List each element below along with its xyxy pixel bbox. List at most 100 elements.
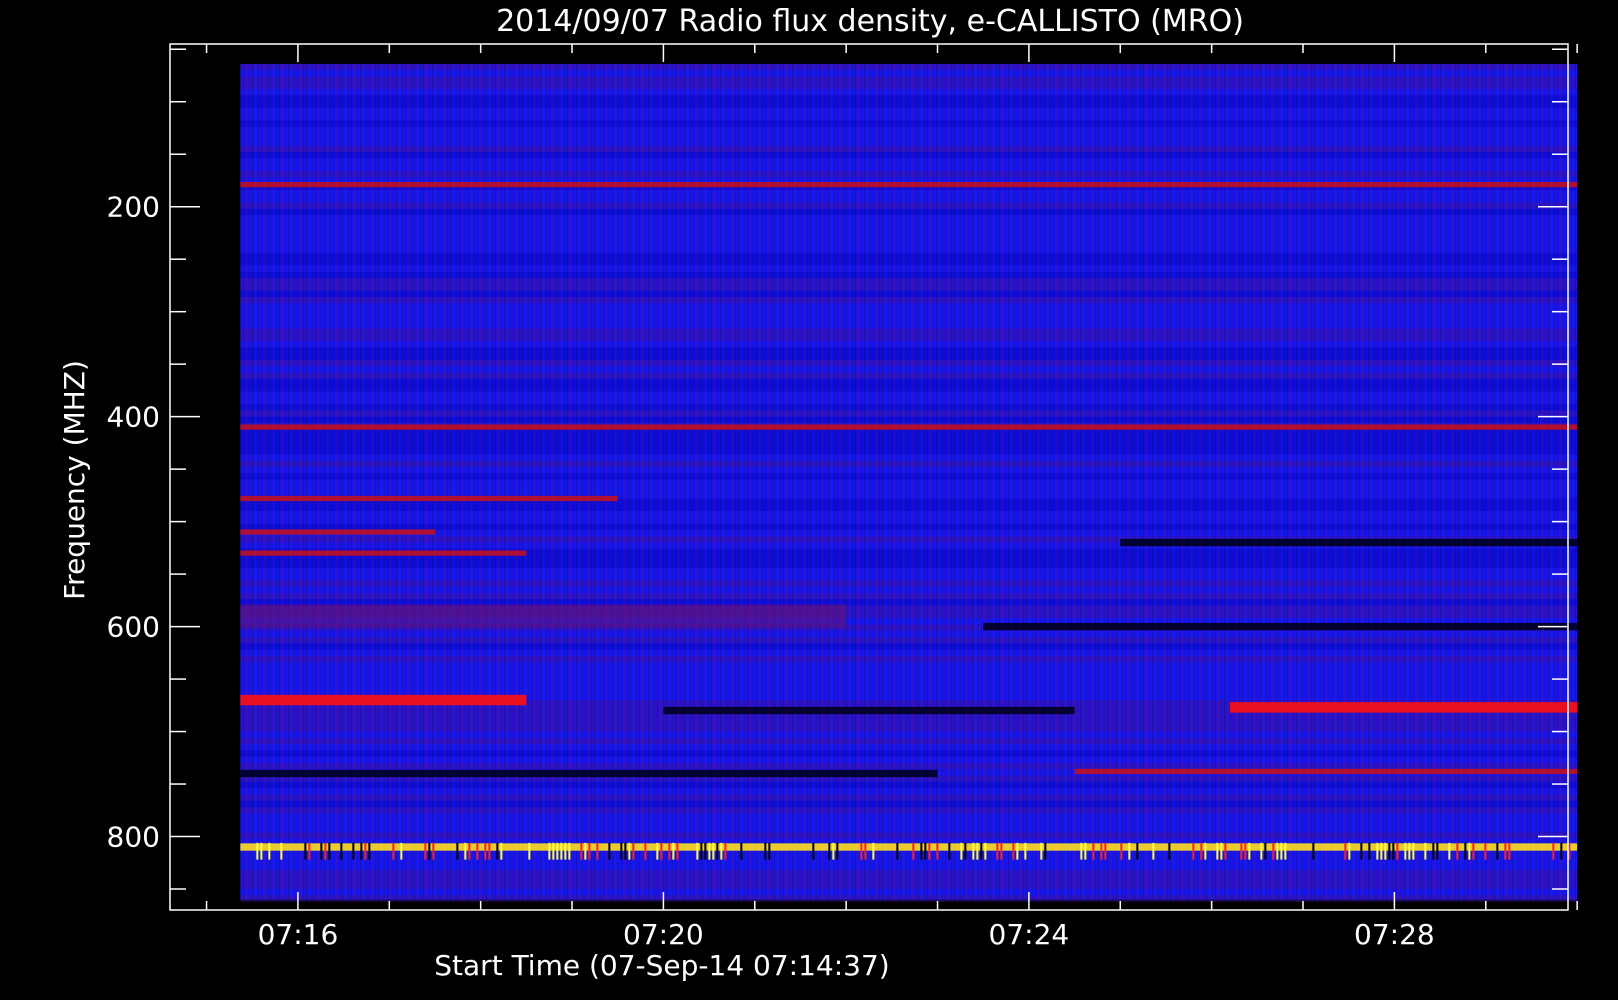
- interference-speckle: [468, 842, 471, 860]
- interference-speckle: [716, 842, 719, 860]
- interference-speckle: [996, 842, 999, 860]
- emission-feature: [240, 604, 847, 628]
- interference-speckle: [268, 842, 271, 860]
- interference-speckle: [1136, 842, 1139, 860]
- chart-title: 2014/09/07 Radio flux density, e-CALLIST…: [496, 4, 1244, 39]
- interference-speckle: [628, 842, 631, 860]
- interference-speckle: [1376, 842, 1379, 860]
- interference-speckle: [280, 842, 283, 860]
- interference-speckle: [964, 842, 967, 860]
- interference-speckle: [960, 842, 963, 860]
- interference-speckle: [708, 842, 711, 860]
- interference-speckle: [644, 842, 647, 860]
- interference-speckle: [1388, 842, 1391, 860]
- interference-speckle: [1392, 842, 1395, 860]
- interference-speckle: [1412, 842, 1415, 860]
- interference-speckle: [324, 842, 327, 860]
- interference-speckle: [1312, 842, 1315, 860]
- emission-feature: [240, 769, 938, 778]
- interference-speckle: [1404, 842, 1407, 860]
- interference-speckle: [1216, 842, 1219, 860]
- interference-speckle: [1360, 842, 1363, 860]
- interference-speckle: [624, 842, 627, 860]
- interference-speckle: [1560, 842, 1563, 860]
- interference-speckle: [632, 842, 635, 860]
- emission-feature: [240, 182, 1578, 188]
- interference-speckle: [1024, 842, 1027, 860]
- interference-speckle: [1344, 842, 1347, 860]
- interference-speckle: [552, 842, 555, 860]
- interference-speckle: [976, 842, 979, 860]
- interference-speckle: [872, 842, 875, 860]
- interference-speckle: [1040, 842, 1043, 860]
- interference-speckle: [924, 842, 927, 860]
- interference-speckle: [768, 842, 771, 860]
- interference-speckle: [1504, 842, 1507, 860]
- interference-speckle: [392, 842, 395, 860]
- interference-speckle: [1080, 842, 1083, 860]
- interference-speckle: [1100, 842, 1103, 860]
- interference-speckle: [1456, 842, 1459, 860]
- interference-speckle: [304, 842, 307, 860]
- interference-speckle: [936, 842, 939, 860]
- interference-speckle: [464, 842, 467, 860]
- emission-feature: [240, 550, 527, 556]
- interference-speckle: [320, 842, 323, 860]
- interference-speckle: [1284, 842, 1287, 860]
- interference-speckle: [972, 842, 975, 860]
- emission-feature: [663, 706, 1075, 715]
- emission-feature: [1074, 768, 1578, 775]
- y-tick-label: 400: [107, 401, 160, 434]
- interference-speckle: [456, 842, 459, 860]
- emission-feature: [240, 424, 1578, 430]
- interference-speckle: [496, 842, 499, 860]
- y-axis-label: Frequency (MHZ): [58, 360, 91, 600]
- interference-speckle: [836, 842, 839, 860]
- interference-speckle: [1084, 842, 1087, 860]
- interference-speckle: [360, 842, 363, 860]
- interference-speckle: [584, 842, 587, 860]
- interference-speckle: [548, 842, 551, 860]
- interference-speckle: [560, 842, 563, 860]
- interference-speckle: [1248, 842, 1251, 860]
- interference-speckle: [1220, 842, 1223, 860]
- interference-speckle: [588, 842, 591, 860]
- interference-speckle: [1408, 842, 1411, 860]
- spectrogram-chart: 2014/09/07 Radio flux density, e-CALLIST…: [58, 4, 1578, 982]
- x-tick-label: 07:20: [623, 918, 704, 951]
- interference-speckle: [1468, 842, 1471, 860]
- interference-speckle: [984, 842, 987, 860]
- interference-speckle: [328, 842, 331, 860]
- interference-speckle: [700, 842, 703, 860]
- interference-speckle: [500, 842, 503, 860]
- interference-speckle: [308, 842, 311, 860]
- interference-speckle: [368, 842, 371, 860]
- interference-speckle: [764, 842, 767, 860]
- interference-speckle: [352, 842, 355, 860]
- interference-speckle: [564, 842, 567, 860]
- interference-speckle: [1280, 842, 1283, 860]
- interference-speckle: [812, 842, 815, 860]
- interference-speckle: [580, 842, 583, 860]
- x-tick-label: 07:16: [258, 918, 339, 951]
- interference-speckle: [828, 842, 831, 860]
- interference-speckle: [656, 842, 659, 860]
- interference-speckle: [476, 842, 479, 860]
- x-axis-label: Start Time (07-Sep-14 07:14:37): [434, 949, 889, 982]
- interference-speckle: [428, 842, 431, 860]
- interference-speckle: [1484, 842, 1487, 860]
- x-tick-label: 07:24: [989, 918, 1070, 951]
- interference-speckle: [740, 842, 743, 860]
- interference-speckle: [1192, 842, 1195, 860]
- interference-speckle: [712, 842, 715, 860]
- interference-speckle: [1104, 842, 1107, 860]
- emission-feature: [1120, 538, 1578, 547]
- interference-speckle: [424, 842, 427, 860]
- interference-speckle: [364, 842, 367, 860]
- interference-speckle: [1424, 842, 1427, 860]
- interference-speckle: [660, 842, 663, 860]
- interference-speckle: [860, 842, 863, 860]
- interference-speckle: [488, 842, 491, 860]
- interference-speckle: [596, 842, 599, 860]
- plot-area: [240, 63, 1578, 902]
